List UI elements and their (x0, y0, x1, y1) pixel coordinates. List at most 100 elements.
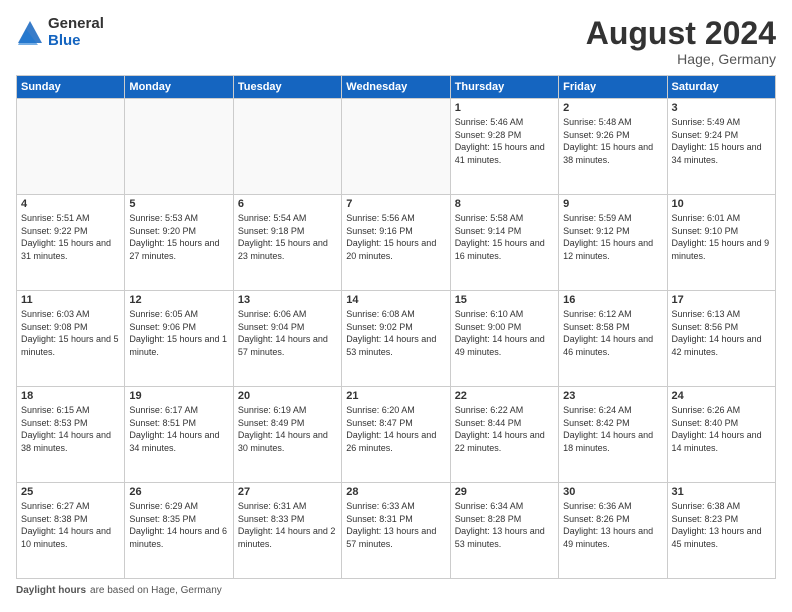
day-info: Sunrise: 5:51 AM Sunset: 9:22 PM Dayligh… (21, 212, 120, 262)
calendar-cell: 23 Sunrise: 6:24 AM Sunset: 8:42 PM Dayli… (559, 387, 667, 483)
footer: Daylight hours are based on Hage, German… (16, 585, 776, 596)
day-number: 22 (455, 390, 554, 402)
calendar-cell: 10 Sunrise: 6:01 AM Sunset: 9:10 PM Dayli… (667, 195, 775, 291)
calendar-cell: 13 Sunrise: 6:06 AM Sunset: 9:04 PM Dayli… (233, 291, 341, 387)
calendar-week-row: 11Sunrise: 6:03 AM Sunset: 9:08 PM Dayli… (17, 291, 776, 387)
calendar-cell: 5Sunrise: 5:53 AM Sunset: 9:20 PM Daylig… (125, 195, 233, 291)
month-year: August 2024 (586, 16, 776, 51)
day-info: Sunrise: 5:49 AM Sunset: 9:24 PM Dayligh… (672, 116, 771, 166)
header: General Blue August 2024 Hage, Germany (16, 16, 776, 67)
day-number: 19 (129, 390, 228, 402)
day-of-week-header: Tuesday (233, 76, 341, 99)
day-of-week-header: Monday (125, 76, 233, 99)
calendar-cell: 22 Sunrise: 6:22 AM Sunset: 8:44 PM Dayli… (450, 387, 558, 483)
day-number: 7 (346, 198, 445, 210)
day-info: Sunrise: 6:34 AM Sunset: 8:28 PM Dayligh… (455, 500, 554, 550)
day-number: 13 (238, 294, 337, 306)
calendar-cell: 19 Sunrise: 6:17 AM Sunset: 8:51 PM Dayli… (125, 387, 233, 483)
calendar-cell: 11Sunrise: 6:03 AM Sunset: 9:08 PM Dayli… (17, 291, 125, 387)
day-info: Sunrise: 6:31 AM Sunset: 8:33 PM Dayligh… (238, 500, 337, 550)
day-number: 3 (672, 102, 771, 114)
calendar-cell: 2 Sunrise: 5:48 AM Sunset: 9:26 PM Daylig… (559, 99, 667, 195)
day-info: Sunrise: 5:58 AM Sunset: 9:14 PM Dayligh… (455, 212, 554, 262)
day-number: 10 (672, 198, 771, 210)
calendar-cell: 24 Sunrise: 6:26 AM Sunset: 8:40 PM Dayli… (667, 387, 775, 483)
day-number: 6 (238, 198, 337, 210)
calendar-cell: 1 Sunrise: 5:46 AM Sunset: 9:28 PM Daylig… (450, 99, 558, 195)
day-info: Sunrise: 6:24 AM Sunset: 8:42 PM Dayligh… (563, 404, 662, 454)
day-info: Sunrise: 6:26 AM Sunset: 8:40 PM Dayligh… (672, 404, 771, 454)
day-info: Sunrise: 5:54 AM Sunset: 9:18 PM Dayligh… (238, 212, 337, 262)
calendar-cell: 31Sunrise: 6:38 AM Sunset: 8:23 PM Dayli… (667, 483, 775, 579)
calendar-cell: 17 Sunrise: 6:13 AM Sunset: 8:56 PM Dayli… (667, 291, 775, 387)
day-number: 16 (563, 294, 662, 306)
calendar-cell: 8Sunrise: 5:58 AM Sunset: 9:14 PM Daylig… (450, 195, 558, 291)
day-info: Sunrise: 6:29 AM Sunset: 8:35 PM Dayligh… (129, 500, 228, 550)
calendar-header: SundayMondayTuesdayWednesdayThursdayFrid… (17, 76, 776, 99)
day-number: 26 (129, 486, 228, 498)
day-info: Sunrise: 6:38 AM Sunset: 8:23 PM Dayligh… (672, 500, 771, 550)
calendar-cell: 21 Sunrise: 6:20 AM Sunset: 8:47 PM Dayli… (342, 387, 450, 483)
day-number: 21 (346, 390, 445, 402)
calendar-cell (342, 99, 450, 195)
calendar-cell: 25Sunrise: 6:27 AM Sunset: 8:38 PM Dayli… (17, 483, 125, 579)
day-info: Sunrise: 6:01 AM Sunset: 9:10 PM Dayligh… (672, 212, 771, 262)
calendar-cell: 14 Sunrise: 6:08 AM Sunset: 9:02 PM Dayli… (342, 291, 450, 387)
calendar-cell: 16Sunrise: 6:12 AM Sunset: 8:58 PM Dayli… (559, 291, 667, 387)
calendar-cell (125, 99, 233, 195)
calendar-cell: 3 Sunrise: 5:49 AM Sunset: 9:24 PM Daylig… (667, 99, 775, 195)
day-number: 20 (238, 390, 337, 402)
day-number: 11 (21, 294, 120, 306)
logo-blue: Blue (48, 33, 104, 50)
day-number: 2 (563, 102, 662, 114)
day-info: Sunrise: 5:46 AM Sunset: 9:28 PM Dayligh… (455, 116, 554, 166)
day-info: Sunrise: 5:53 AM Sunset: 9:20 PM Dayligh… (129, 212, 228, 262)
day-info: Sunrise: 6:20 AM Sunset: 8:47 PM Dayligh… (346, 404, 445, 454)
calendar-cell: 6 Sunrise: 5:54 AM Sunset: 9:18 PM Daylig… (233, 195, 341, 291)
calendar-cell: 18 Sunrise: 6:15 AM Sunset: 8:53 PM Dayli… (17, 387, 125, 483)
day-number: 23 (563, 390, 662, 402)
day-number: 18 (21, 390, 120, 402)
day-number: 12 (129, 294, 228, 306)
day-info: Sunrise: 6:15 AM Sunset: 8:53 PM Dayligh… (21, 404, 120, 454)
day-info: Sunrise: 6:13 AM Sunset: 8:56 PM Dayligh… (672, 308, 771, 358)
day-number: 28 (346, 486, 445, 498)
calendar-cell: 7 Sunrise: 5:56 AM Sunset: 9:16 PM Daylig… (342, 195, 450, 291)
day-number: 14 (346, 294, 445, 306)
day-number: 1 (455, 102, 554, 114)
day-number: 30 (563, 486, 662, 498)
title-block: August 2024 Hage, Germany (586, 16, 776, 67)
calendar-cell: 15Sunrise: 6:10 AM Sunset: 9:00 PM Dayli… (450, 291, 558, 387)
calendar-cell: 20 Sunrise: 6:19 AM Sunset: 8:49 PM Dayli… (233, 387, 341, 483)
logo-general: General (48, 16, 104, 33)
day-info: Sunrise: 6:36 AM Sunset: 8:26 PM Dayligh… (563, 500, 662, 550)
calendar-week-row: 25Sunrise: 6:27 AM Sunset: 8:38 PM Dayli… (17, 483, 776, 579)
calendar-body: 1 Sunrise: 5:46 AM Sunset: 9:28 PM Daylig… (17, 99, 776, 579)
day-info: Sunrise: 5:48 AM Sunset: 9:26 PM Dayligh… (563, 116, 662, 166)
day-info: Sunrise: 6:08 AM Sunset: 9:02 PM Dayligh… (346, 308, 445, 358)
calendar-week-row: 1 Sunrise: 5:46 AM Sunset: 9:28 PM Daylig… (17, 99, 776, 195)
day-number: 29 (455, 486, 554, 498)
calendar-cell (233, 99, 341, 195)
day-number: 24 (672, 390, 771, 402)
day-number: 17 (672, 294, 771, 306)
calendar-cell: 4Sunrise: 5:51 AM Sunset: 9:22 PM Daylig… (17, 195, 125, 291)
logo-text: General Blue (48, 16, 104, 49)
day-info: Sunrise: 6:06 AM Sunset: 9:04 PM Dayligh… (238, 308, 337, 358)
calendar-week-row: 4Sunrise: 5:51 AM Sunset: 9:22 PM Daylig… (17, 195, 776, 291)
calendar-cell (17, 99, 125, 195)
calendar-cell: 26 Sunrise: 6:29 AM Sunset: 8:35 PM Dayli… (125, 483, 233, 579)
day-info: Sunrise: 6:22 AM Sunset: 8:44 PM Dayligh… (455, 404, 554, 454)
calendar-week-row: 18 Sunrise: 6:15 AM Sunset: 8:53 PM Dayli… (17, 387, 776, 483)
day-info: Sunrise: 6:19 AM Sunset: 8:49 PM Dayligh… (238, 404, 337, 454)
day-info: Sunrise: 5:56 AM Sunset: 9:16 PM Dayligh… (346, 212, 445, 262)
day-info: Sunrise: 6:05 AM Sunset: 9:06 PM Dayligh… (129, 308, 228, 358)
day-number: 25 (21, 486, 120, 498)
day-info: Sunrise: 6:17 AM Sunset: 8:51 PM Dayligh… (129, 404, 228, 454)
day-number: 27 (238, 486, 337, 498)
calendar-cell: 9Sunrise: 5:59 AM Sunset: 9:12 PM Daylig… (559, 195, 667, 291)
calendar-cell: 27 Sunrise: 6:31 AM Sunset: 8:33 PM Dayli… (233, 483, 341, 579)
day-number: 15 (455, 294, 554, 306)
calendar-cell: 12 Sunrise: 6:05 AM Sunset: 9:06 PM Dayli… (125, 291, 233, 387)
logo: General Blue (16, 16, 104, 49)
